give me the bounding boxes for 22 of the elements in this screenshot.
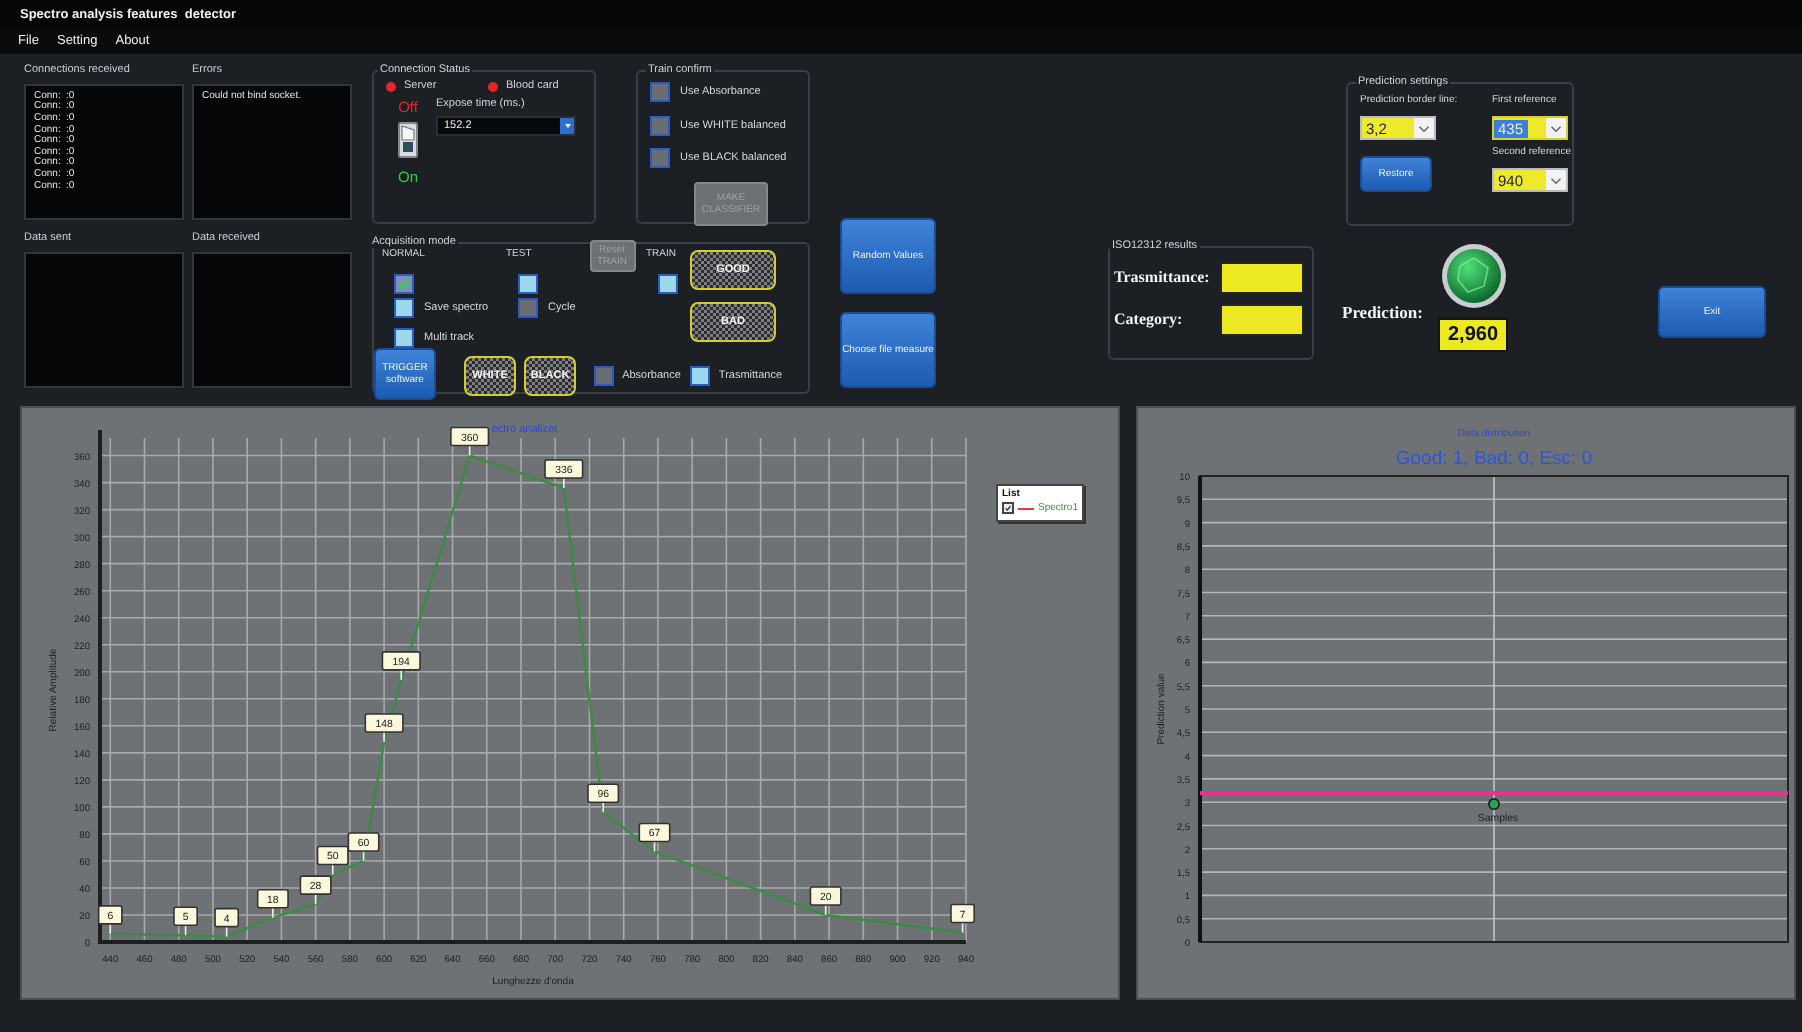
chevron-down-icon	[1414, 118, 1434, 138]
checkbox[interactable]	[394, 297, 414, 317]
result-label: Trasmittance:	[1114, 268, 1210, 286]
chevron-down-icon	[1546, 170, 1566, 190]
toggle-switch-icon[interactable]	[398, 122, 418, 158]
checkbox[interactable]	[518, 274, 538, 294]
checkbox[interactable]	[690, 366, 711, 386]
legend-line-icon	[1018, 507, 1034, 509]
prediction-label: Prediction:	[1342, 302, 1425, 326]
result-field	[1220, 303, 1304, 335]
result-label: Category:	[1114, 310, 1183, 328]
status-light-icon	[1439, 242, 1508, 310]
checkbox[interactable]	[394, 274, 414, 294]
chart-subtitle: Good: 1, Bad: 0, Esc: 0	[1395, 448, 1593, 470]
checkbox[interactable]	[658, 274, 678, 294]
data-point	[1488, 798, 1500, 811]
dropdown-arrow-icon	[560, 118, 574, 134]
checkbox[interactable]	[394, 327, 414, 347]
legend-checkbox[interactable]	[1002, 502, 1014, 514]
result-field	[1220, 261, 1304, 293]
chevron-down-icon	[1546, 118, 1566, 138]
prediction-value: 2,960	[1438, 318, 1509, 352]
